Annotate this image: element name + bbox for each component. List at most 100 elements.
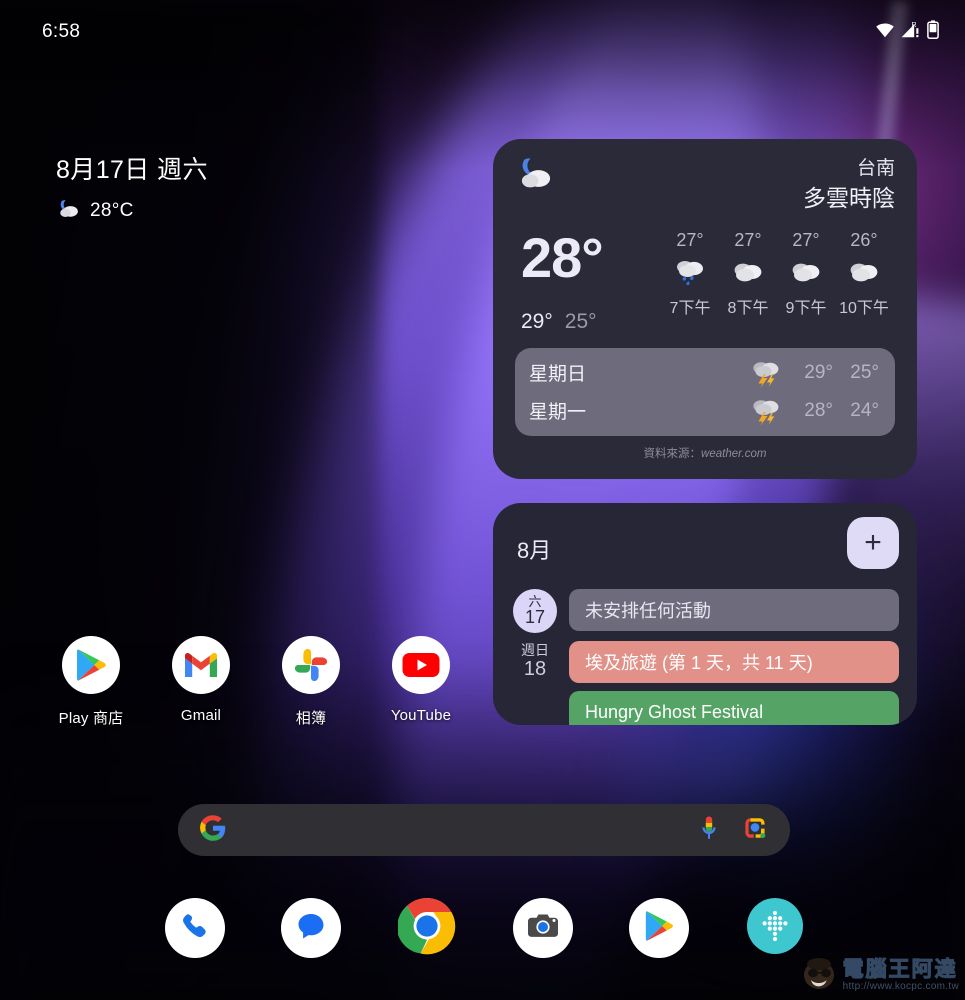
hourly-time-label: 8下午 [727, 299, 769, 317]
phone-icon [179, 910, 211, 947]
status-bar-icons: R [875, 20, 939, 44]
daily-day-name: 星期日 [529, 364, 587, 386]
daily-forecast-row: 星期日 29° 25° [529, 354, 879, 392]
weather-widget-header: 台南 多雲時陰 [515, 157, 895, 214]
dock-app-drawer[interactable] [745, 898, 805, 958]
battery-icon [927, 20, 939, 44]
calendar-event-chip[interactable]: 未安排任何活動 [569, 589, 899, 631]
cloud-icon [788, 254, 824, 290]
add-event-button[interactable]: + [847, 517, 899, 569]
dock [165, 898, 805, 958]
calendar-header: 8月 + [511, 517, 899, 589]
dock-app-phone[interactable] [165, 898, 225, 958]
messages-icon [295, 910, 327, 947]
watermark-text: 電腦王阿達 http://www.kocpc.com.tw [842, 959, 959, 992]
weather-city: 台南 [856, 158, 895, 179]
thunderstorm-icon [745, 396, 787, 426]
daily-forecast-row: 星期一 28° 24° [529, 392, 879, 430]
daily-day-name: 星期一 [529, 402, 587, 424]
weather-attribution[interactable]: 資料來源：weather.com [515, 445, 895, 461]
app-label: Play 商店 [58, 710, 124, 727]
dock-app-play-store[interactable] [629, 898, 689, 958]
hourly-forecast-item: 27° 9下午 [777, 230, 835, 334]
search-actions [698, 815, 768, 846]
daily-low: 24° [850, 399, 879, 421]
weather-attribution-prefix: 資料來源： [643, 447, 702, 460]
app-drawer-icon [746, 898, 804, 958]
calendar-widget[interactable]: 8月 + 六 17 未安排任何活動 週日 18 埃及旅遊 (第 1 天，共 11… [493, 503, 917, 725]
play-store-icon [62, 636, 120, 694]
app-play-store[interactable]: Play 商店 [36, 636, 146, 728]
hourly-time-label: 9下午 [785, 299, 827, 317]
dock-app-chrome[interactable] [397, 898, 457, 958]
weather-widget[interactable]: 台南 多雲時陰 28° 29° 25° 27° 7下午 27° 8下午 27° … [493, 139, 917, 479]
watermark-url: http://www.kocpc.com.tw [842, 981, 959, 992]
app-youtube[interactable]: YouTube [366, 636, 476, 728]
status-bar-clock: 6:58 [42, 21, 81, 42]
hourly-time-label: 7下午 [669, 299, 711, 317]
google-photos-icon [282, 636, 340, 694]
at-a-glance-widget[interactable]: 8月17日 週六 28°C [56, 155, 208, 223]
camera-icon [526, 911, 560, 946]
microphone-icon[interactable] [698, 815, 720, 846]
weather-condition: 多雲時陰 [803, 184, 895, 211]
search-input[interactable] [226, 804, 698, 856]
calendar-events-next: 埃及旅遊 (第 1 天，共 11 天) Hungry Ghost Festiva… [569, 641, 899, 725]
glance-weather[interactable]: 28°C [56, 198, 208, 223]
weather-high: 29° [521, 309, 553, 333]
calendar-event-chip[interactable]: Hungry Ghost Festival [569, 691, 899, 725]
hourly-forecast-item: 27° 7下午 [661, 230, 719, 334]
calendar-day-column: 週日 18 [511, 641, 559, 680]
daily-high: 29° [804, 361, 833, 383]
rain-cloud-icon [672, 254, 708, 290]
calendar-day-row: 週日 18 埃及旅遊 (第 1 天，共 11 天) Hungry Ghost F… [511, 641, 899, 725]
app-gmail[interactable]: Gmail [146, 636, 256, 728]
calendar-day-row: 六 17 未安排任何活動 [511, 589, 899, 633]
site-watermark: 電腦王阿達 http://www.kocpc.com.tw [801, 955, 959, 996]
daily-low: 25° [850, 361, 879, 383]
calendar-day-column: 六 17 [511, 589, 559, 633]
wifi-icon [875, 22, 895, 43]
night-cloud-icon [515, 157, 557, 196]
svg-text:R: R [912, 22, 917, 29]
calendar-today-weekday: 六 [528, 593, 542, 609]
night-cloud-icon [56, 198, 82, 223]
calendar-month-label: 8月 [517, 538, 552, 563]
weather-current-temperature: 28° [521, 225, 604, 289]
cloud-icon [846, 254, 882, 290]
hourly-time-label: 10下午 [839, 299, 889, 317]
daily-high: 28° [804, 399, 833, 421]
hourly-temperature: 27° [734, 229, 762, 250]
hourly-temperature: 26° [850, 229, 878, 250]
dock-app-messages[interactable] [281, 898, 341, 958]
weather-attribution-source[interactable]: weather.com [701, 448, 766, 460]
signal-roaming-icon: R [900, 21, 922, 43]
google-g-icon [200, 814, 226, 846]
weather-hourly-forecast: 27° 7下午 27° 8下午 27° 9下午 26° 10下午 [661, 230, 895, 334]
watermark-mascot-icon [801, 955, 837, 996]
calendar-today-date: 17 [524, 607, 546, 628]
status-bar: 6:58 R [0, 0, 965, 64]
google-lens-icon[interactable] [742, 815, 768, 846]
calendar-today-badge[interactable]: 六 17 [513, 589, 557, 633]
cloud-icon [730, 254, 766, 290]
dock-app-camera[interactable] [513, 898, 573, 958]
weather-current-and-hourly: 28° 29° 25° 27° 7下午 27° 8下午 27° 9下午 26° … [515, 225, 895, 334]
weather-daily-forecast: 星期日 29° 25° 星期一 28° 24° [515, 347, 895, 436]
chrome-icon [397, 898, 456, 958]
gmail-icon [172, 636, 230, 694]
youtube-icon [392, 636, 450, 694]
calendar-event-chip[interactable]: 埃及旅遊 (第 1 天，共 11 天) [569, 641, 899, 683]
weather-current-block: 28° 29° 25° [515, 225, 661, 334]
hourly-forecast-item: 26° 10下午 [835, 230, 893, 334]
calendar-next-day-badge[interactable]: 週日 18 [521, 641, 549, 680]
app-label: 相簿 [295, 710, 327, 727]
calendar-next-weekday: 週日 [521, 642, 549, 658]
home-app-row: Play 商店 Gmail 相簿 YouTube [36, 636, 476, 728]
app-label: Gmail [180, 707, 222, 724]
google-search-bar[interactable] [178, 804, 790, 856]
play-store-icon [643, 909, 675, 948]
app-google-photos[interactable]: 相簿 [256, 636, 366, 728]
calendar-next-date: 18 [523, 658, 547, 681]
hourly-forecast-item: 27° 8下午 [719, 230, 777, 334]
